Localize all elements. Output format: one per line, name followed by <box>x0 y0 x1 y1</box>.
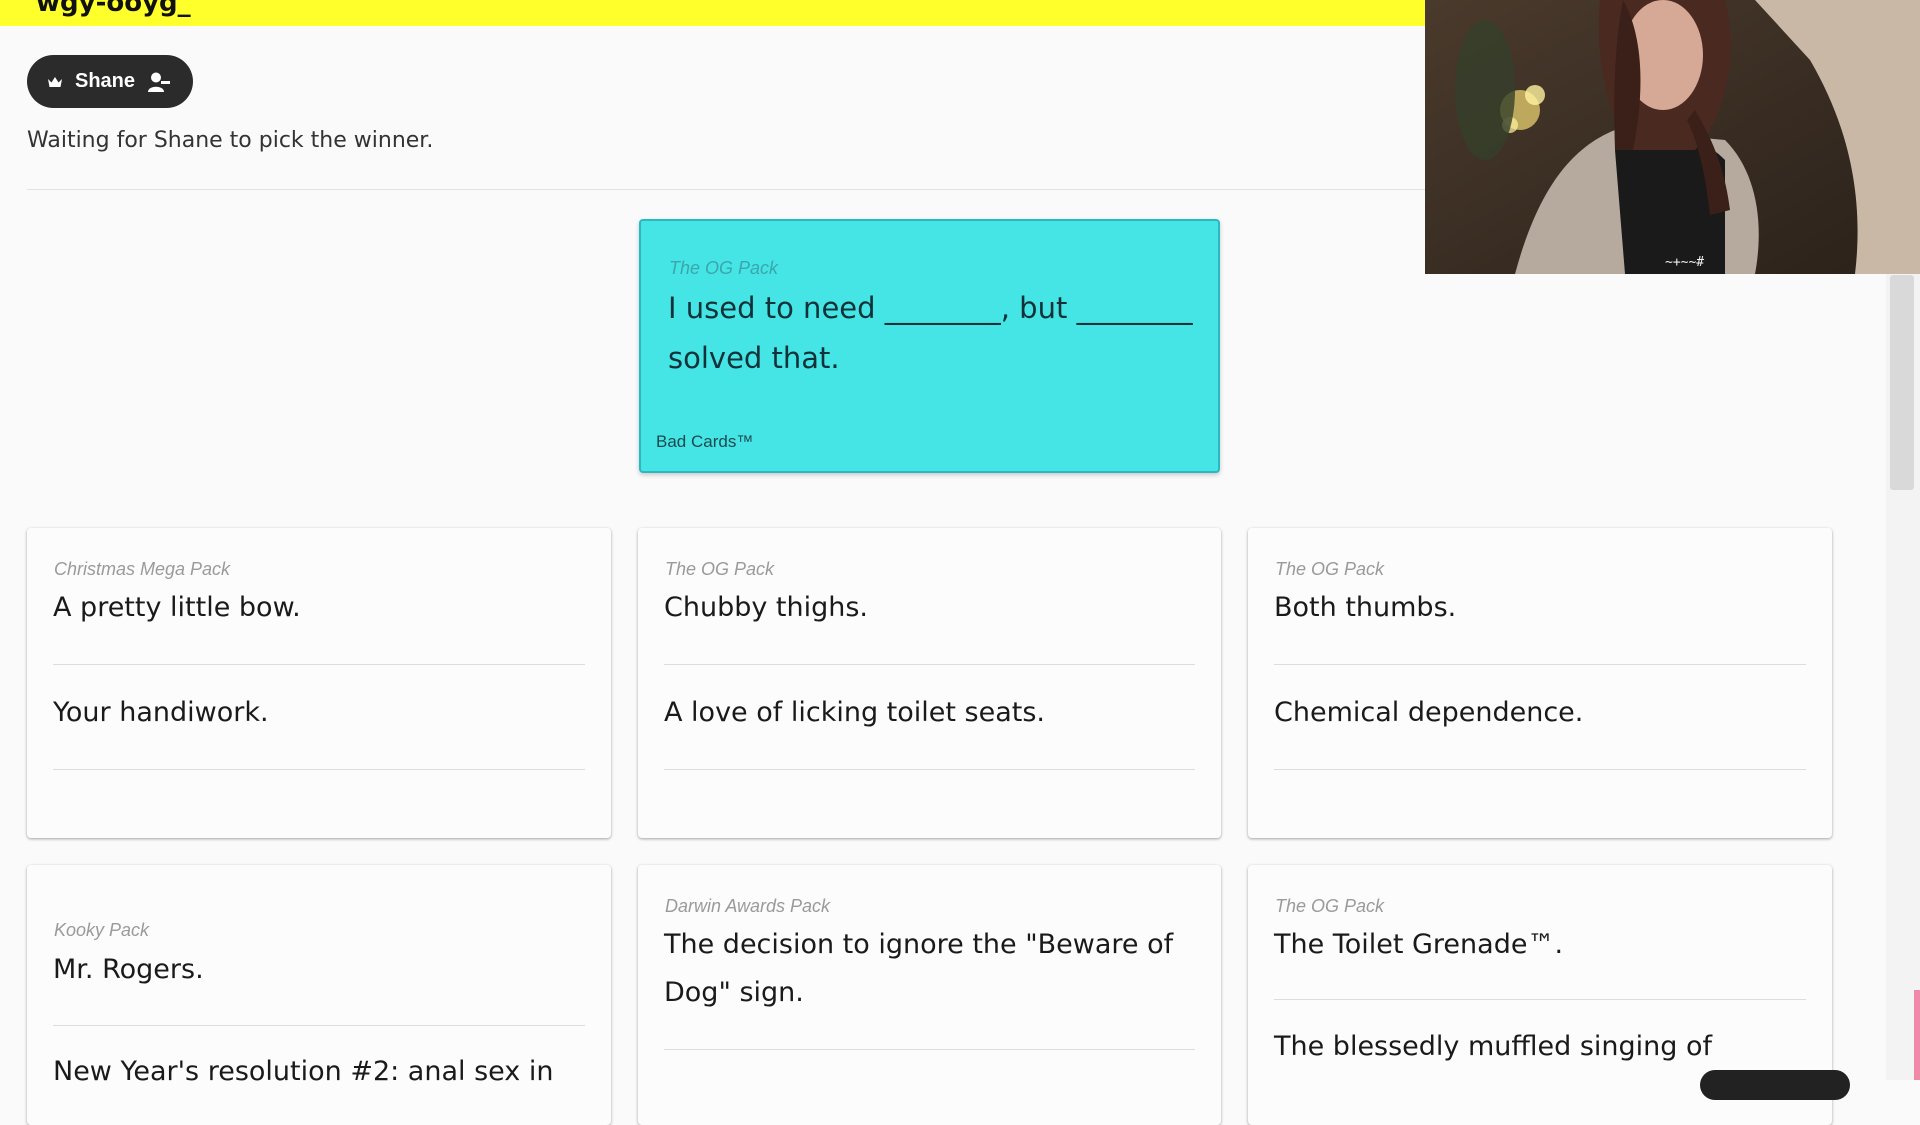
crown-icon <box>48 76 62 87</box>
answer-divider <box>53 1025 585 1026</box>
answer-text: A love of licking toilet seats. <box>664 697 1046 728</box>
prompt-card: The OG Pack I used to need ________, but… <box>639 219 1220 473</box>
webcam-video: ~+~~# <box>1425 0 1920 274</box>
submission-card[interactable]: Kooky Pack Mr. Rogers. New Year's resolu… <box>27 865 611 1125</box>
card-pack-name: The OG Pack <box>665 559 775 579</box>
card-pack-name: Christmas Mega Pack <box>54 559 231 579</box>
scrollbar-thumb[interactable] <box>1890 275 1914 490</box>
answer-text: Mr. Rogers. <box>53 954 204 985</box>
card-pack-name: The OG Pack <box>1275 896 1385 916</box>
top-accent-bar: wgy-ooyg_ <box>0 0 1426 26</box>
answer-divider <box>664 1049 1195 1050</box>
answer-text: Both thumbs. <box>1274 592 1457 623</box>
card-pack-name: Kooky Pack <box>54 920 150 940</box>
answer-divider <box>1274 999 1806 1000</box>
prompt-pack-name: The OG Pack <box>669 258 779 278</box>
section-divider <box>27 189 1427 190</box>
webcam-overlay: ~+~~# <box>1425 0 1920 274</box>
answer-divider <box>664 769 1195 770</box>
floating-overlay <box>1700 1070 1850 1100</box>
answer-text: The decision to ignore the "Beware of Do… <box>664 929 1174 1008</box>
submission-card[interactable]: The OG Pack Both thumbs. Chemical depend… <box>1248 528 1832 838</box>
answer-divider <box>53 769 585 770</box>
card-pack-name: The OG Pack <box>1275 559 1385 579</box>
remove-user-icon[interactable] <box>147 71 171 93</box>
svg-text:~+~~#: ~+~~# <box>1665 255 1704 270</box>
answer-text: Chubby thighs. <box>664 592 869 623</box>
header-text-cut-off: wgy-ooyg_ <box>36 0 191 18</box>
submission-card[interactable]: The OG Pack Chubby thighs. A love of lic… <box>638 528 1221 838</box>
card-pack-name: Darwin Awards Pack <box>665 896 831 916</box>
card-czar-chip[interactable]: Shane <box>27 55 194 108</box>
answer-text: The blessedly muffled singing of <box>1274 1031 1713 1062</box>
edge-decoration <box>1914 990 1920 1080</box>
answer-text: Chemical dependence. <box>1274 697 1584 728</box>
card-brand: Bad Cards™ <box>656 432 754 451</box>
answer-text: A pretty little bow. <box>53 592 301 623</box>
answer-text: New Year's resolution #2: anal sex in <box>53 1056 554 1087</box>
czar-name: Shane <box>75 70 136 92</box>
submission-card[interactable]: Darwin Awards Pack The decision to ignor… <box>638 865 1221 1125</box>
answer-text: Your handiwork. <box>53 697 269 728</box>
answer-divider <box>1274 769 1806 770</box>
answer-divider <box>664 664 1195 665</box>
round-status-text: Waiting for Shane to pick the winner. <box>27 128 434 153</box>
answer-divider <box>53 664 585 665</box>
submission-card[interactable]: Christmas Mega Pack A pretty little bow.… <box>27 528 611 838</box>
answer-text: The Toilet Grenade™. <box>1274 929 1564 960</box>
prompt-text: I used to need ________, but ________ so… <box>668 291 1193 375</box>
answer-divider <box>1274 664 1806 665</box>
